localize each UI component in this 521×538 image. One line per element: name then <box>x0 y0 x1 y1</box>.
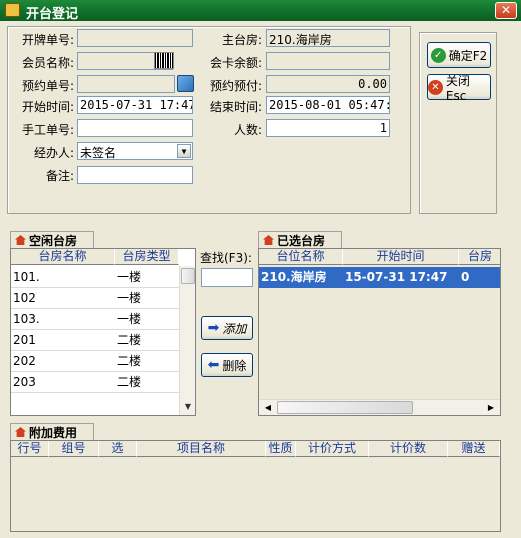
extra-col-group[interactable]: 组号 <box>49 441 99 457</box>
window-title: 开台登记 <box>26 7 79 22</box>
end-time-field[interactable]: 2015-08-01 05:47:18 <box>266 96 390 114</box>
house-icon <box>15 427 26 437</box>
card-no-label: 开牌单号: <box>21 33 74 47</box>
deposit-field[interactable]: 0.00 <box>266 75 390 93</box>
handler-select[interactable]: 未签名 ▼ <box>77 142 193 160</box>
member-label: 会员名称: <box>21 56 74 70</box>
scroll-thumb[interactable] <box>181 268 195 284</box>
search-input[interactable] <box>201 268 253 287</box>
tab-idle-rooms[interactable]: 空闲台房 <box>10 231 94 248</box>
confirm-button-label: 确定F2 <box>448 48 488 63</box>
idle-col-name[interactable]: 台房名称 <box>11 249 115 265</box>
tab-selected-rooms[interactable]: 已选台房 <box>258 231 342 248</box>
idle-vertical-scrollbar[interactable]: ▲ ▼ <box>179 266 195 415</box>
selected-rooms-grid[interactable]: 台位名称 开始时间 台房 210.海岸房 15-07-31 17:47 0 ◀ … <box>258 248 501 416</box>
house-icon <box>263 235 274 245</box>
table-row-selected[interactable]: 210.海岸房 15-07-31 17:47 0 <box>259 267 500 288</box>
chevron-down-icon[interactable]: ▼ <box>177 144 191 158</box>
people-label: 人数: <box>233 123 262 137</box>
selected-col-name[interactable]: 台位名称 <box>259 249 343 265</box>
scroll-left-icon[interactable]: ◀ <box>261 400 275 415</box>
extra-fees-grid[interactable]: 行号 组号 选 项目名称 性质 计价方式 计价数 赠送 <box>10 440 501 532</box>
scroll-down-icon[interactable]: ▼ <box>180 399 195 415</box>
table-row[interactable]: 101. 一楼 <box>11 267 179 288</box>
booking-field[interactable] <box>77 75 175 93</box>
extra-col-count[interactable]: 计价数 <box>369 441 448 457</box>
main-room-field[interactable]: 210.海岸房 <box>266 29 390 47</box>
scroll-thumb[interactable] <box>277 401 413 414</box>
card-balance-field[interactable] <box>266 52 390 70</box>
tab-selected-rooms-label: 已选台房 <box>277 233 326 248</box>
end-time-label: 结束时间: <box>209 100 262 114</box>
tab-extra-fees-label: 附加费用 <box>29 425 78 440</box>
table-row[interactable]: 202 二楼 <box>11 351 179 372</box>
table-row[interactable]: 203 二楼 <box>11 372 179 393</box>
house-icon <box>15 235 26 245</box>
extra-col-item[interactable]: 项目名称 <box>137 441 266 457</box>
booking-lookup-icon[interactable] <box>177 75 194 92</box>
window-close-button[interactable]: ✕ <box>495 2 517 19</box>
extra-col-select[interactable]: 选 <box>99 441 137 457</box>
tab-extra-fees[interactable]: 附加费用 <box>10 423 94 440</box>
delete-button[interactable]: ⬅ 删除 <box>201 353 253 377</box>
manual-no-field[interactable] <box>77 119 193 137</box>
handler-label: 经办人: <box>33 146 74 160</box>
note-field[interactable] <box>77 166 193 184</box>
handler-value: 未签名 <box>80 146 117 160</box>
idle-col-type[interactable]: 台房类型 <box>115 249 179 265</box>
start-time-label: 开始时间: <box>21 100 74 114</box>
confirm-button[interactable]: ✓ 确定F2 <box>427 42 491 68</box>
search-label: 查找(F3): <box>200 251 252 265</box>
selected-grid-header: 台位名称 开始时间 台房 <box>259 249 500 265</box>
card-no-field[interactable] <box>77 29 193 47</box>
barcode-icon[interactable] <box>154 52 174 69</box>
add-button-label: 添加 <box>222 321 247 336</box>
table-row[interactable]: 102 一楼 <box>11 288 179 309</box>
extra-col-gift[interactable]: 赠送 <box>448 441 500 457</box>
cancel-icon: ✕ <box>428 79 443 95</box>
title-bar: 开台登记 ✕ <box>0 0 521 22</box>
delete-button-label: 删除 <box>222 358 247 373</box>
selected-horizontal-scrollbar[interactable]: ◀ ▶ <box>259 399 500 415</box>
scroll-right-icon[interactable]: ▶ <box>484 400 498 415</box>
extra-col-nature[interactable]: 性质 <box>266 441 296 457</box>
selected-col-room[interactable]: 台房 <box>459 249 500 265</box>
main-room-label: 主台房: <box>221 33 262 47</box>
selected-col-start[interactable]: 开始时间 <box>343 249 459 265</box>
close-button[interactable]: ✕ 关闭Esc <box>427 73 491 103</box>
manual-no-label: 手工单号: <box>21 123 74 137</box>
arrow-right-icon: ➡ <box>207 320 220 336</box>
checkmark-icon: ✓ <box>430 47 446 63</box>
extra-col-method[interactable]: 计价方式 <box>296 441 369 457</box>
extra-grid-header: 行号 组号 选 项目名称 性质 计价方式 计价数 赠送 <box>11 441 500 457</box>
tab-idle-rooms-label: 空闲台房 <box>29 233 78 248</box>
add-button[interactable]: ➡ 添加 <box>201 316 253 340</box>
deposit-label: 预约预付: <box>209 79 262 93</box>
idle-grid-header: 台房名称 台房类型 <box>11 249 179 265</box>
arrow-left-icon: ⬅ <box>207 357 220 373</box>
card-balance-label: 会卡余额: <box>209 56 262 70</box>
table-row[interactable]: 201 二楼 <box>11 330 179 351</box>
booking-label: 预约单号: <box>21 79 74 93</box>
people-field[interactable]: 1 <box>266 119 390 137</box>
close-button-label: 关闭Esc <box>445 73 470 103</box>
table-row[interactable]: 103. 一楼 <box>11 309 179 330</box>
window-icon <box>5 3 20 17</box>
note-label: 备注: <box>45 169 74 183</box>
idle-rooms-grid[interactable]: 台房名称 台房类型 101. 一楼 102 一楼 103. 一楼 201 二楼 202 二… <box>10 248 196 416</box>
extra-col-line[interactable]: 行号 <box>11 441 49 457</box>
start-time-field[interactable]: 2015-07-31 17:47:18 <box>77 96 193 114</box>
